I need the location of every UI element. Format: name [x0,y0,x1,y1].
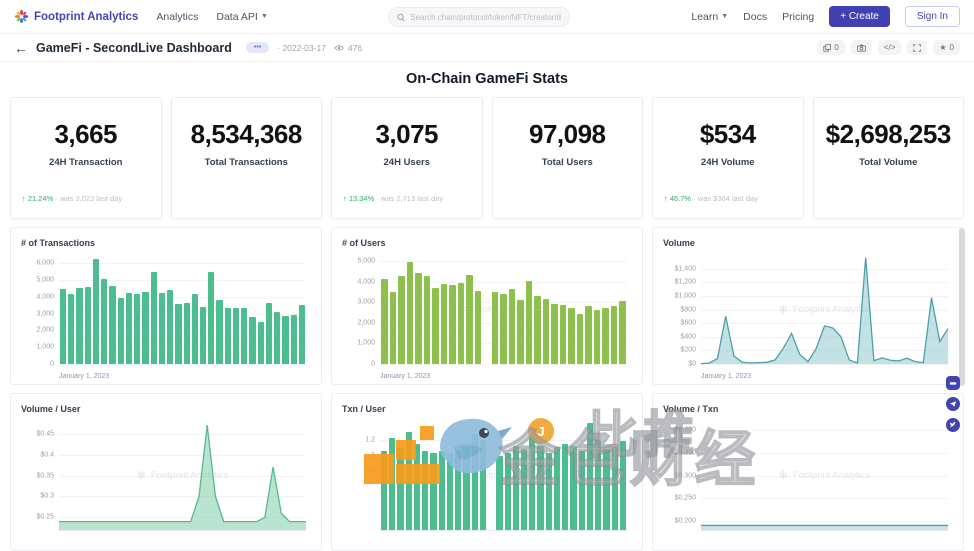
stat-card-24h-transaction: 3,665 24H Transaction ↑ 21.24% · was 3,0… [10,97,162,219]
signin-button[interactable]: Sign In [905,6,960,27]
stat-label: Total Volume [814,157,964,168]
back-arrow-icon[interactable]: ← [14,41,28,55]
stat-change: ↑ 46.7% · was $364 last day [653,194,803,203]
fork-icon [823,44,831,52]
stat-value: 97,098 [493,119,643,150]
floating-social-buttons [946,376,960,432]
search-input[interactable] [410,13,561,22]
stat-card-24h-volume: $534 24H Volume ↑ 46.7% · was $364 last … [652,97,804,219]
chart-title: # of Transactions [21,238,311,248]
chart-plot: 5,0004,0003,0002,0001,0000✻Footprint Ana… [342,251,632,380]
stat-label: 24H Users [332,157,482,168]
change-percent: ↑ 21.24% [22,194,53,203]
stat-label: 24H Volume [653,157,803,168]
dashboard-badge: ••• [246,42,269,53]
chart-txn-per-user: Txn / User 1.210.8✻Footprint Analytics [331,393,643,551]
expand-icon [913,44,921,52]
chart-volume: Volume $1,400$1,200$1,000$800$600$400$20… [652,227,964,385]
views-counter: 476 [334,43,362,53]
chart-title: Volume [663,238,953,248]
scrollbar-thumb[interactable] [959,228,965,386]
twitter-bird-icon [949,421,957,429]
page-title: On-Chain GameFi Stats [0,62,974,97]
twitter-button[interactable] [946,418,960,432]
chart-transactions: # of Transactions 6,0005,0004,0003,0002,… [10,227,322,385]
star-button[interactable]: ★ 0 [933,40,960,55]
chart-title: Volume / User [21,404,311,414]
dashboard-title: GameFi - SecondLive Dashboard [36,41,232,55]
fork-button[interactable]: 0 [817,40,844,55]
brand-name: Footprint Analytics [34,11,138,23]
stats-grid: 3,665 24H Transaction ↑ 21.24% · was 3,0… [10,97,964,219]
chart-title: # of Users [342,238,632,248]
change-percent: ↑ 13.34% [343,194,374,203]
footprint-logo[interactable]: Footprint Analytics [14,9,138,24]
stat-value: $2,698,253 [814,119,964,150]
top-navbar: Footprint Analytics Analytics Data API ▼… [0,0,974,34]
global-search[interactable] [388,7,570,27]
stat-value: 8,534,368 [172,119,322,150]
create-button[interactable]: + Create [829,6,890,27]
nav-pricing[interactable]: Pricing [782,11,814,23]
stat-label: Total Users [493,157,643,168]
chart-title: Txn / User [342,404,632,414]
chat-icon [949,379,957,387]
nav-analytics[interactable]: Analytics [156,11,198,23]
change-note: · was 2,713 last day [376,194,443,203]
stat-card-total-users: 97,098 Total Users [492,97,644,219]
stat-label: 24H Transaction [11,157,161,168]
chart-volume-per-user: Volume / User $0.45$0.4$0.35$0.3$0.25✻Fo… [10,393,322,551]
snapshot-button[interactable] [851,40,872,55]
stat-label: Total Transactions [172,157,322,168]
code-icon: </> [884,43,896,52]
stat-change: ↑ 13.34% · was 2,713 last day [332,194,482,203]
chat-button[interactable] [946,376,960,390]
chart-plot: $0.45$0.4$0.35$0.3$0.25✻Footprint Analyt… [21,417,311,546]
stat-value: 3,075 [332,119,482,150]
camera-icon [857,44,866,52]
nav-right-group: Learn ▼ Docs Pricing + Create Sign In [691,6,960,27]
change-percent: ↑ 46.7% [664,194,691,203]
dashboard-actions: 0 </> ★ 0 [817,40,960,55]
charts-row-1: # of Transactions 6,0005,0004,0003,0002,… [10,227,964,385]
change-note: · was 3,023 last day [55,194,122,203]
chart-plot: $1,400$1,200$1,000$800$600$400$200$0✻Foo… [663,251,953,380]
chevron-down-icon: ▼ [721,13,728,20]
chart-title: Volume / Txn [663,404,953,414]
stat-value: $534 [653,119,803,150]
star-count: 0 [950,43,954,52]
fullscreen-button[interactable] [907,40,927,55]
stat-change: ↑ 21.24% · was 3,023 last day [11,194,161,203]
fork-count: 0 [834,43,838,52]
nav-learn[interactable]: Learn ▼ [691,11,728,23]
chevron-down-icon: ▼ [261,13,268,20]
chart-volume-per-txn: Volume / Txn $0.400$0.350$0.300$0.250$0.… [652,393,964,551]
change-note: · was $364 last day [693,194,758,203]
embed-button[interactable]: </> [878,40,902,55]
chart-plot: $0.400$0.350$0.300$0.250$0.200✻Footprint… [663,417,953,546]
chart-plot: 1.210.8✻Footprint Analytics [342,417,632,546]
chart-plot: 6,0005,0004,0003,0002,0001,0000✻Footprin… [21,251,311,380]
telegram-icon [949,400,957,408]
search-icon [397,13,405,22]
dashboard-date: · 2022-03-17 [277,43,326,53]
nav-docs[interactable]: Docs [743,11,767,23]
stat-value: 3,665 [11,119,161,150]
views-count: 476 [348,43,362,53]
stat-card-total-transactions: 8,534,368 Total Transactions [171,97,323,219]
nav-data-api[interactable]: Data API ▼ [216,11,267,23]
eye-icon [334,44,344,52]
charts-row-2: Volume / User $0.45$0.4$0.35$0.3$0.25✻Fo… [10,393,964,551]
stat-card-total-volume: $2,698,253 Total Volume [813,97,965,219]
stat-card-24h-users: 3,075 24H Users ↑ 13.34% · was 2,713 las… [331,97,483,219]
telegram-button[interactable] [946,397,960,411]
footprint-pinwheel-icon [14,9,29,24]
chart-users: # of Users 5,0004,0003,0002,0001,0000✻Fo… [331,227,643,385]
dashboard-header: ← GameFi - SecondLive Dashboard ••• · 20… [0,34,974,62]
star-icon: ★ [939,43,946,52]
